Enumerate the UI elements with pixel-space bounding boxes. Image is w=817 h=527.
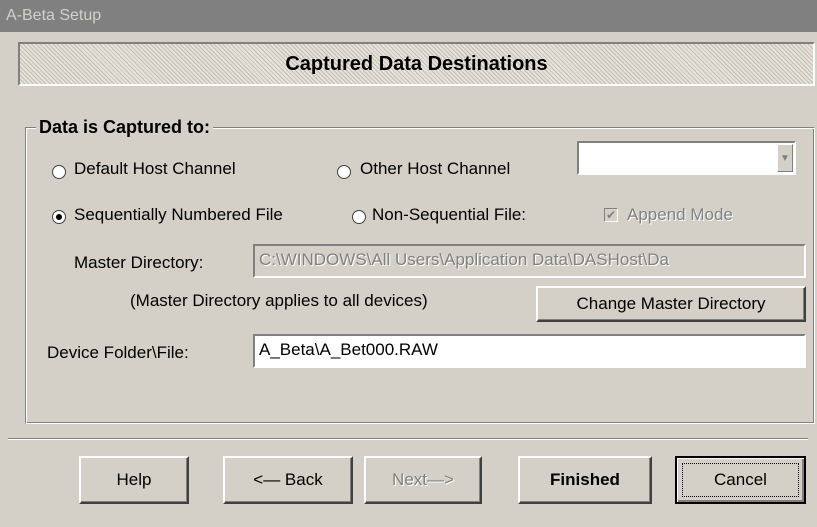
window-title: A-Beta Setup — [6, 7, 102, 24]
next-button[interactable]: Next—> — [364, 456, 482, 504]
checkmark-icon: ✔ — [605, 208, 617, 222]
other-host-combo[interactable]: ▼ — [577, 141, 796, 175]
non-sequential-file-label[interactable]: Non-Sequential File: — [372, 205, 526, 225]
append-mode-checkbox[interactable]: ✔ — [604, 208, 618, 222]
other-host-label[interactable]: Other Host Channel — [360, 159, 510, 179]
help-button[interactable]: Help — [79, 456, 189, 504]
default-host-label[interactable]: Default Host Channel — [74, 159, 236, 179]
master-directory-note: (Master Directory applies to all devices… — [130, 291, 428, 310]
other-host-radio[interactable] — [337, 165, 351, 179]
non-sequential-file-radio[interactable] — [352, 210, 366, 224]
back-button[interactable]: <— Back — [223, 456, 353, 504]
device-folder-input[interactable]: A_Beta\A_Bet000.RAW — [253, 334, 806, 368]
device-folder-label: Device Folder\File: — [47, 343, 189, 362]
page-header: Captured Data Destinations — [18, 42, 815, 86]
master-directory-field: C:\WINDOWS\All Users\Application Data\DA… — [253, 244, 806, 278]
master-directory-value: C:\WINDOWS\All Users\Application Data\DA… — [259, 250, 669, 269]
title-bar: A-Beta Setup — [0, 0, 817, 32]
chevron-down-icon[interactable]: ▼ — [777, 144, 793, 172]
master-directory-label: Master Directory: — [74, 253, 204, 272]
group-legend: Data is Captured to: — [36, 117, 214, 138]
page-title: Captured Data Destinations — [285, 53, 548, 75]
sequential-file-label[interactable]: Sequentially Numbered File — [74, 205, 283, 225]
sequential-file-radio[interactable] — [52, 210, 66, 224]
focus-rect — [682, 463, 799, 497]
divider — [8, 438, 808, 440]
change-master-directory-button[interactable]: Change Master Directory — [536, 286, 806, 322]
device-folder-value: A_Beta\A_Bet000.RAW — [259, 340, 438, 359]
finished-button[interactable]: Finished — [518, 456, 652, 504]
cancel-button[interactable]: Cancel — [675, 456, 806, 504]
append-mode-label[interactable]: Append Mode — [627, 205, 733, 225]
default-host-radio[interactable] — [52, 165, 66, 179]
